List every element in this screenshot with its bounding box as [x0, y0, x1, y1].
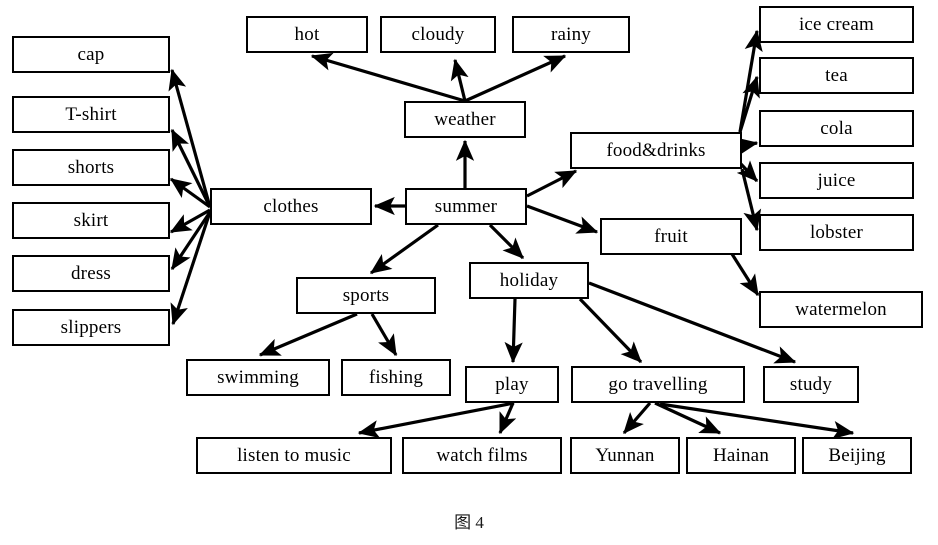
edge-clothes-to-cap	[168, 68, 212, 208]
node-label: watermelon	[795, 299, 887, 320]
node-hot[interactable]: hot	[246, 16, 368, 53]
node-juice[interactable]: juice	[759, 162, 914, 199]
node-clothes[interactable]: clothes	[210, 188, 372, 225]
node-label: rainy	[550, 24, 592, 45]
node-label: ice cream	[798, 14, 875, 35]
node-lobster[interactable]: lobster	[759, 214, 914, 251]
edge-fooddrinks-to-tea	[738, 75, 760, 133]
edge-sports-to-swimming	[258, 312, 358, 357]
node-summer[interactable]: summer	[405, 188, 527, 225]
node-study[interactable]: study	[763, 366, 859, 403]
node-label: Yunnan	[595, 445, 655, 466]
edge-summer-to-holiday	[488, 223, 525, 260]
node-label: fishing	[368, 367, 424, 388]
node-skirt[interactable]: skirt	[12, 202, 170, 239]
node-label: dress	[70, 263, 112, 284]
edge-summer-to-fooddrinks	[526, 169, 578, 198]
node-label: juice	[817, 170, 856, 191]
edge-fooddrinks-to-juice	[736, 160, 759, 183]
node-hainan[interactable]: Hainan	[686, 437, 796, 474]
node-fruit[interactable]: fruit	[600, 218, 742, 255]
node-cloudy[interactable]: cloudy	[380, 16, 496, 53]
node-label: cola	[820, 118, 853, 139]
node-fishing[interactable]: fishing	[341, 359, 451, 396]
edge-weather-to-cloudy	[450, 58, 469, 102]
node-cap[interactable]: cap	[12, 36, 170, 73]
node-label: holiday	[499, 270, 559, 291]
edge-weather-to-rainy	[464, 54, 567, 103]
node-label: play	[495, 374, 529, 395]
node-label: clothes	[263, 196, 319, 217]
mind-map-diagram: cap T-shirt shorts skirt dress slippers clothe…	[0, 0, 938, 545]
edge-fruit-to-watermelon	[730, 253, 760, 297]
node-watchfilms[interactable]: watch films	[402, 437, 562, 474]
edge-fooddrinks-to-icecream	[738, 29, 763, 133]
node-fooddrinks[interactable]: food&drinks	[570, 132, 742, 169]
node-label: Beijing	[828, 445, 886, 466]
node-label: sports	[342, 285, 390, 306]
edge-clothes-to-shorts	[169, 177, 211, 209]
node-label: go travelling	[608, 374, 708, 395]
node-rainy[interactable]: rainy	[512, 16, 630, 53]
node-label: slippers	[60, 317, 122, 338]
edge-fooddrinks-to-lobster	[740, 168, 762, 232]
node-tea[interactable]: tea	[759, 57, 914, 94]
node-swimming[interactable]: swimming	[186, 359, 330, 396]
edge-clothes-to-slippers	[170, 211, 212, 326]
edge-clothes-to-tshirt	[170, 128, 212, 208]
node-label: study	[789, 374, 833, 395]
node-label: weather	[434, 109, 496, 130]
node-tshirt[interactable]: T-shirt	[12, 96, 170, 133]
node-listentomusic[interactable]: listen to music	[196, 437, 392, 474]
node-label: lobster	[809, 222, 864, 243]
node-yunnan[interactable]: Yunnan	[570, 437, 680, 474]
node-cola[interactable]: cola	[759, 110, 914, 147]
edge-play-to-watchfilms	[498, 402, 517, 435]
node-label: listen to music	[237, 445, 351, 466]
node-label: fruit	[654, 226, 688, 247]
edge-gotravelling-to-hainan	[654, 401, 722, 435]
node-holiday[interactable]: holiday	[469, 262, 589, 299]
node-label: tea	[825, 65, 848, 86]
node-play[interactable]: play	[465, 366, 559, 403]
node-label: summer	[434, 196, 498, 217]
figure-caption: 图 4	[454, 513, 484, 532]
node-label: food&drinks	[606, 140, 706, 161]
node-label: cap	[77, 44, 105, 65]
edge-gotravelling-to-beijing	[659, 402, 855, 440]
edge-clothes-to-skirt	[169, 208, 211, 234]
edge-holiday-to-gotravelling	[578, 297, 643, 364]
edge-play-to-listentomusic	[357, 401, 515, 439]
node-label: skirt	[73, 210, 109, 231]
node-gotravelling[interactable]: go travelling	[571, 366, 745, 403]
node-label: cloudy	[411, 24, 465, 45]
node-beijing[interactable]: Beijing	[802, 437, 912, 474]
edge-fooddrinks-to-cola	[735, 137, 759, 156]
node-label: swimming	[217, 367, 299, 388]
edge-summer-to-sports	[369, 223, 439, 275]
node-label: T-shirt	[65, 104, 117, 125]
node-label: shorts	[67, 157, 115, 178]
node-label: Hainan	[712, 445, 770, 466]
edge-weather-to-hot	[310, 52, 466, 103]
node-dress[interactable]: dress	[12, 255, 170, 292]
node-label: watch films	[436, 445, 528, 466]
edge-gotravelling-to-yunnan	[622, 401, 652, 435]
node-slippers[interactable]: slippers	[12, 309, 170, 346]
node-shorts[interactable]: shorts	[12, 149, 170, 186]
node-weather[interactable]: weather	[404, 101, 526, 138]
edge-sports-to-fishing	[370, 313, 398, 357]
edge-clothes-to-dress	[170, 211, 212, 271]
node-watermelon[interactable]: watermelon	[759, 291, 923, 328]
node-sports[interactable]: sports	[296, 277, 436, 314]
edge-summer-to-fruit	[526, 204, 599, 234]
edge-holiday-to-play	[504, 298, 523, 364]
node-label: hot	[294, 24, 320, 45]
node-icecream[interactable]: ice cream	[759, 6, 914, 43]
